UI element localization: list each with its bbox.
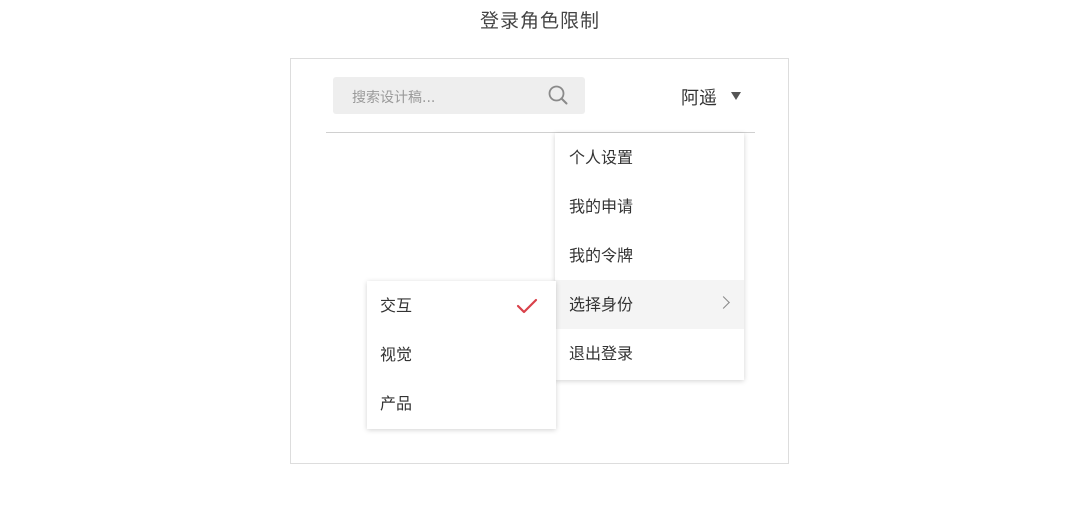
menu-item-personal-settings[interactable]: 个人设置 (555, 133, 744, 182)
search-placeholder: 搜索设计稿... (352, 90, 436, 106)
role-item-label: 产品 (380, 394, 413, 413)
role-submenu: 交互 视觉 产品 (367, 281, 556, 429)
menu-item-label: 个人设置 (569, 148, 634, 167)
check-icon (516, 298, 538, 314)
menu-item-select-role[interactable]: 选择身份 (555, 280, 744, 329)
search-icon[interactable] (547, 84, 569, 106)
menu-item-label: 我的申请 (569, 197, 634, 216)
page-title: 登录角色限制 (479, 10, 600, 32)
menu-item-my-tokens[interactable]: 我的令牌 (555, 231, 744, 280)
menu-item-my-applications[interactable]: 我的申请 (555, 182, 744, 231)
role-item-product[interactable]: 产品 (367, 379, 556, 428)
menu-item-label: 选择身份 (569, 295, 634, 314)
chevron-right-icon (717, 296, 730, 309)
user-dropdown-menu: 个人设置 我的申请 我的令牌 选择身份 退出登录 (555, 133, 744, 380)
menu-item-label: 我的令牌 (569, 246, 634, 265)
role-item-label: 视觉 (380, 345, 413, 364)
menu-item-label: 退出登录 (569, 344, 634, 363)
caret-down-icon[interactable] (731, 92, 741, 100)
menu-item-logout[interactable]: 退出登录 (555, 329, 744, 378)
user-name[interactable]: 阿遥 (681, 84, 717, 110)
role-item-label: 交互 (380, 296, 413, 315)
role-item-interaction[interactable]: 交互 (367, 281, 556, 330)
role-item-visual[interactable]: 视觉 (367, 330, 556, 379)
